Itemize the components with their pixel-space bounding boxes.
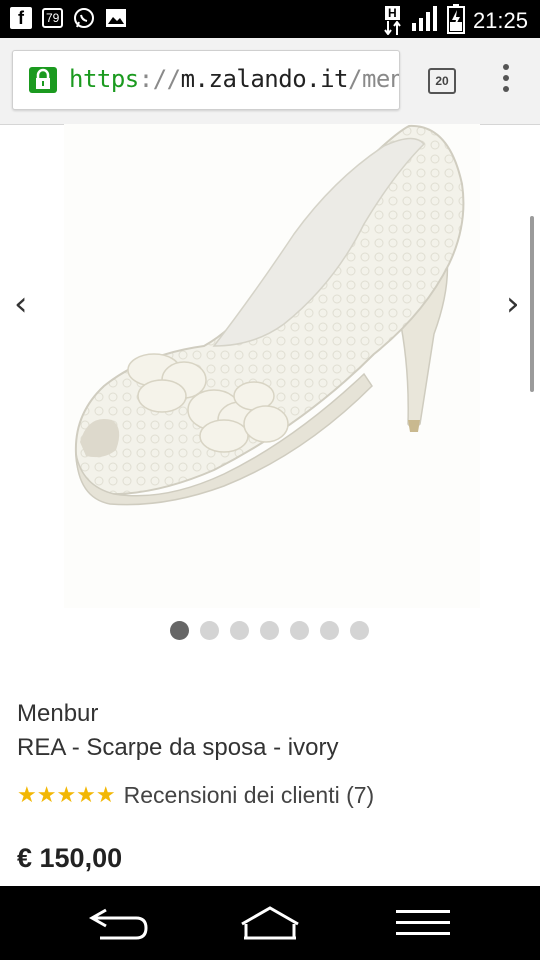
home-icon[interactable]: [238, 902, 302, 944]
gallery-dot[interactable]: [200, 621, 219, 640]
gallery-icon: [105, 7, 127, 29]
network-h-icon: H: [383, 6, 403, 36]
gallery-dot[interactable]: [230, 621, 249, 640]
signal-icon: [411, 5, 439, 37]
gallery-dot[interactable]: [260, 621, 279, 640]
clock: 21:25: [472, 8, 528, 33]
menu-icon[interactable]: [392, 902, 456, 944]
lock-icon: [29, 67, 57, 93]
rating-stars: ★★★★★: [17, 783, 116, 808]
gallery-dot[interactable]: [350, 621, 369, 640]
product-price: € 150,00: [17, 843, 123, 873]
address-bar[interactable]: https://m.zalando.it/menb: [12, 50, 400, 110]
gallery-dot[interactable]: [170, 621, 189, 640]
scrollbar[interactable]: [530, 216, 534, 392]
url-text[interactable]: https://m.zalando.it/menb: [69, 65, 399, 93]
facebook-icon: f: [10, 7, 32, 29]
notification-icons: f 79: [10, 7, 127, 29]
product-name: REA - Scarpe da sposa - ivory: [17, 734, 339, 761]
browser-toolbar: https://m.zalando.it/menb 20: [0, 38, 540, 125]
badge-icon: 79: [42, 8, 64, 28]
url-host: m.zalando.it: [180, 65, 349, 93]
rating-row[interactable]: ★★★★★ Recensioni dei clienti (7): [17, 782, 374, 809]
status-bar: f 79 H 21:25: [0, 0, 540, 38]
android-nav-bar: [0, 886, 540, 960]
gallery-dots: [170, 621, 369, 640]
previous-image-arrow[interactable]: ‹: [14, 284, 28, 324]
product-gallery: ‹ ›: [0, 124, 540, 664]
reviews-link[interactable]: Recensioni dei clienti (7): [124, 782, 375, 809]
url-scheme: https: [69, 65, 139, 93]
gallery-dot[interactable]: [320, 621, 339, 640]
product-brand[interactable]: Menbur: [17, 700, 98, 728]
battery-charging-icon: [446, 4, 465, 38]
network-label: H: [384, 6, 400, 20]
overflow-menu-icon[interactable]: [496, 64, 516, 96]
whatsapp-icon: [73, 7, 95, 29]
back-icon[interactable]: [86, 902, 150, 944]
next-image-arrow[interactable]: ›: [506, 284, 520, 324]
gallery-dot[interactable]: [290, 621, 309, 640]
url-path: /menb: [348, 65, 399, 93]
tab-switcher-button[interactable]: 20: [428, 68, 456, 94]
url-separator: ://: [138, 65, 181, 93]
system-indicators: H 21:25: [383, 4, 528, 38]
shoe-illustration: [74, 124, 465, 506]
product-image[interactable]: [64, 124, 480, 608]
